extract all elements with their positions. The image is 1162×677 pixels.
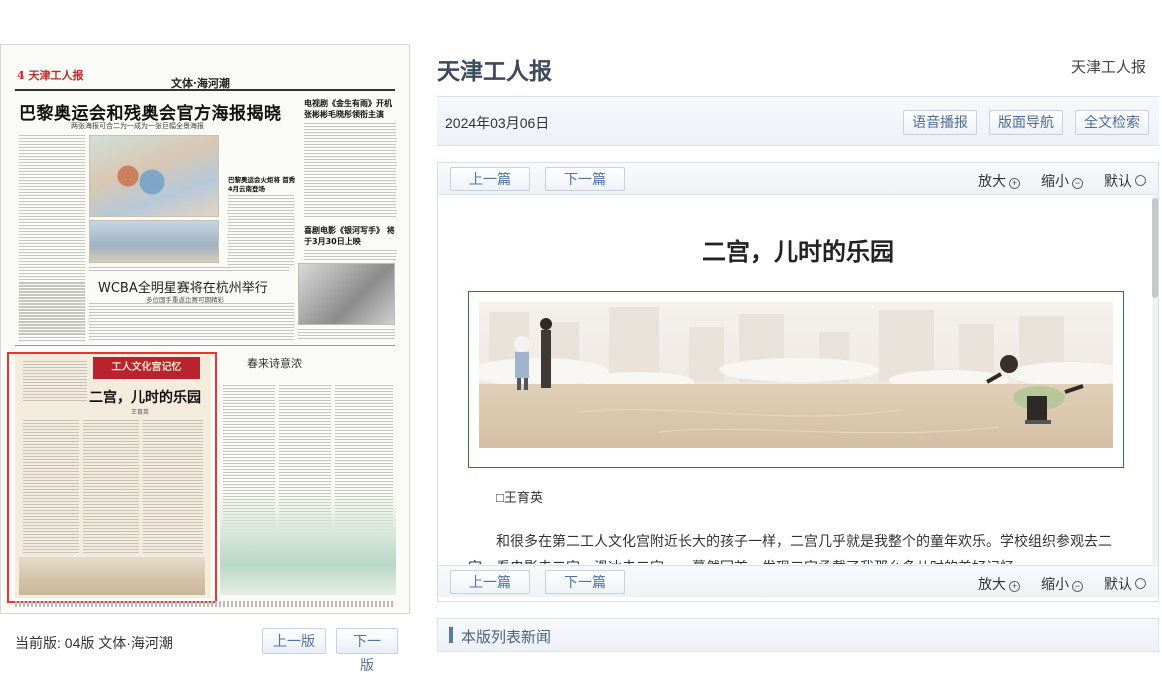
zoom-in-label: 放大 (978, 173, 1006, 189)
audio-broadcast-button[interactable]: 语音播报 (903, 110, 977, 135)
thumb-article-spring-poem[interactable]: 春来诗意浓 (247, 355, 302, 371)
full-text-search-button[interactable]: 全文检索 (1075, 110, 1149, 135)
circle-icon (1135, 578, 1146, 589)
zoom-out-label: 缩小 (1041, 173, 1069, 189)
thumb-article-comedy-film[interactable]: 喜剧电影《银河写手》 将于3月30日上映 (304, 225, 396, 247)
prev-article-button-bottom[interactable]: 上一篇 (450, 570, 530, 594)
minus-circle-icon: − (1072, 178, 1083, 189)
article-toolbar-top: 上一篇 下一篇 放大 + 缩小 − 默认 (438, 163, 1158, 195)
thumb-text-column (19, 283, 85, 341)
skating-illustration (479, 302, 1113, 448)
site-title: 天津工人报 (437, 58, 552, 84)
plus-circle-icon: + (1009, 178, 1020, 189)
newspaper-page-thumbnail[interactable]: 4 天津工人报 文体·海河潮 巴黎奥运会和残奥会官方海报揭晓 两张海报可合二为一… (0, 44, 410, 614)
prev-page-button[interactable]: 上一版 (262, 628, 326, 654)
thumb-caption (89, 267, 289, 273)
page-preview-panel: 4 天津工人报 文体·海河潮 巴黎奥运会和残奥会官方海报揭晓 两张海报可合二为一… (0, 44, 412, 673)
page-news-list-header[interactable]: 本版列表新闻 (437, 618, 1159, 652)
article-title: 二宫，儿时的乐园 (702, 239, 894, 266)
next-article-button[interactable]: 下一篇 (545, 167, 625, 191)
thumb-article-torch[interactable]: 巴黎奥运会火炬将 首秀4月云南登场 (228, 176, 298, 194)
edition-footer: 当前版: 04版 文体·海河潮 上一版 下一版 (0, 624, 412, 673)
layout-navigation-button[interactable]: 版面导航 (989, 110, 1063, 135)
next-page-button[interactable]: 下一版 (336, 628, 398, 673)
next-article-button-bottom[interactable]: 下一篇 (545, 570, 625, 594)
thumb-text-column (304, 250, 396, 260)
article-content[interactable]: 二宫，儿时的乐园 □王育英 和很多在第二工人文化宫附近长大的孩子一样，二宫几乎就… (438, 196, 1158, 564)
minus-circle-icon: − (1072, 581, 1083, 592)
thumb-text-column (298, 329, 395, 341)
scrollbar-thumb[interactable] (1152, 198, 1158, 298)
zoom-reset-control[interactable]: 默认 (1104, 171, 1146, 191)
zoom-in-control-bottom[interactable]: 放大 + (978, 574, 1020, 594)
selected-article-highlight[interactable] (7, 352, 217, 603)
site-home-link[interactable]: 天津工人报 (1071, 56, 1146, 77)
zoom-out-control-bottom[interactable]: 缩小 − (1041, 574, 1083, 594)
thumb-footer-text (15, 601, 395, 607)
date-toolbar: 2024年03月06日 语音播报 版面导航 全文检索 (437, 96, 1159, 146)
article-scrollbar[interactable] (1152, 196, 1158, 564)
prev-article-button[interactable]: 上一篇 (450, 167, 530, 191)
thumb-text-column (89, 303, 294, 341)
current-edition-label: 当前版: 04版 文体·海河潮 (15, 635, 173, 651)
thumb-poster-image-2 (89, 220, 219, 263)
zoom-in-control[interactable]: 放大 + (978, 171, 1020, 191)
masthead-rule (15, 89, 395, 91)
thumb-poster-image (89, 135, 219, 217)
plus-circle-icon: + (1009, 581, 1020, 592)
article-box: 上一篇 下一篇 放大 + 缩小 − 默认 二宫，儿时的乐园 □王育英 和很多在第… (437, 162, 1159, 602)
thumb-text-column (304, 123, 396, 219)
thumb-poem-illustration (220, 495, 396, 595)
issue-date: 2024年03月06日 (445, 115, 550, 131)
masthead-page-number: 4 天津工人报 (17, 69, 84, 82)
article-author: □王育英 (496, 490, 543, 505)
article-toolbar-bottom: 上一篇 下一篇 放大 + 缩小 − 默认 (438, 565, 1158, 597)
zoom-reset-control-bottom[interactable]: 默认 (1104, 574, 1146, 594)
article-paragraph: 和很多在第二工人文化宫附近长大的孩子一样，二宫几乎就是我整个的童年欢乐。学校组织… (468, 533, 1112, 564)
news-list-title: 本版列表新闻 (461, 629, 552, 646)
circle-icon (1135, 175, 1146, 186)
article-panel: 天津工人报 天津工人报 2024年03月06日 语音播报 版面导航 全文检索 上… (437, 44, 1159, 659)
thumb-section-rule (15, 345, 395, 346)
zoom-reset-label: 默认 (1104, 173, 1132, 189)
zoom-reset-label: 默认 (1104, 576, 1132, 592)
thumb-text-column (228, 195, 294, 265)
section-marker (449, 627, 453, 643)
thumb-subhead: 两张海报可合二为一成为一张巨幅全景海报 (71, 122, 204, 130)
zoom-in-label: 放大 (978, 576, 1006, 592)
thumb-film-still (298, 263, 395, 325)
article-figure (468, 291, 1124, 468)
thumb-article-tv-drama[interactable]: 电视剧《金生有雨》开机 张彬彬毛晓彤领衔主演 (304, 98, 396, 120)
zoom-out-control[interactable]: 缩小 − (1041, 171, 1083, 191)
zoom-out-label: 缩小 (1041, 576, 1069, 592)
